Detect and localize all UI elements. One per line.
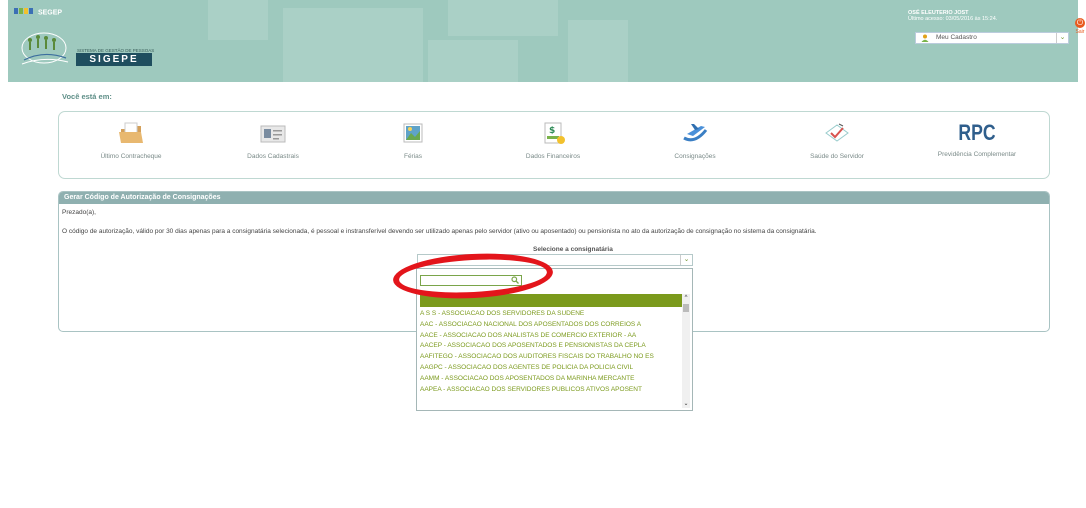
dropdown-option[interactable]: AAPEA - ASSOCIACAO DOS SERVIDORES PUBLIC… bbox=[420, 385, 682, 396]
money-icon: $ bbox=[544, 122, 565, 144]
sigepe-logo[interactable]: SIGEPE bbox=[76, 53, 152, 66]
rpc-logo: RPC bbox=[958, 120, 996, 145]
shortcut-label: Saúde do Servidor bbox=[810, 153, 864, 160]
people-emblem-icon bbox=[21, 32, 69, 65]
dropdown-scrollbar[interactable]: ^ ⌄ bbox=[682, 294, 690, 408]
power-icon: ⏻ bbox=[1075, 18, 1085, 28]
shortcut-dados-cadastrais[interactable]: Dados Cadastrais bbox=[213, 120, 333, 160]
breadcrumb: Você está em: bbox=[62, 92, 112, 101]
segep-logo[interactable]: SEGEP bbox=[14, 8, 62, 17]
shortcut-label: Consignações bbox=[674, 153, 716, 160]
folder-icon bbox=[119, 122, 143, 143]
dropdown-option[interactable]: AACE - ASSOCIACAO DOS ANALISTAS DE COMER… bbox=[420, 331, 682, 342]
dropdown-option[interactable]: A S S - ASSOCIACAO DOS SERVIDORES DA SUD… bbox=[420, 309, 682, 320]
dropdown-option[interactable]: AAMM - ASSOCIACAO DOS APOSENTADOS DA MAR… bbox=[420, 374, 682, 385]
shortcut-ultimo-contracheque[interactable]: Último Contracheque bbox=[71, 120, 191, 160]
panel-title: Gerar Código de Autorização de Consignaç… bbox=[59, 192, 1049, 204]
shortcut-label: Último Contracheque bbox=[100, 153, 162, 160]
banner-tile bbox=[448, 0, 558, 36]
banner-tile bbox=[208, 0, 268, 40]
shortcut-dados-financeiros[interactable]: $ Dados Financeiros bbox=[493, 120, 613, 160]
scroll-thumb[interactable] bbox=[683, 304, 689, 312]
dropdown-options-list: A S S - ASSOCIACAO DOS SERVIDORES DA SUD… bbox=[420, 309, 682, 395]
shortcut-label: Dados Financeiros bbox=[525, 153, 581, 160]
shortcut-label: Previdência Complementar bbox=[937, 151, 1017, 158]
shortcut-ferias[interactable]: Férias bbox=[353, 120, 473, 160]
logout-label: Sair bbox=[1075, 29, 1085, 35]
dropdown-option[interactable]: AACEP - ASSOCIACAO DOS APOSENTADOS E PEN… bbox=[420, 341, 682, 352]
banner-tile bbox=[568, 20, 628, 82]
profile-select-value: Meu Cadastro bbox=[936, 34, 977, 41]
profile-select[interactable]: Meu Cadastro ⌄ bbox=[915, 32, 1069, 44]
banner-tile bbox=[283, 8, 423, 82]
chevron-down-icon[interactable]: ⌄ bbox=[1056, 33, 1068, 43]
svg-text:$: $ bbox=[549, 126, 555, 136]
dropdown-option[interactable]: AAGPC - ASSOCIACAO DOS AGENTES DE POLICI… bbox=[420, 363, 682, 374]
health-check-icon bbox=[825, 123, 849, 142]
header-banner: SEGEP SISTEMA DE GESTÃO DE PESSOAS SIGEP… bbox=[8, 0, 1078, 82]
brand-label: SEGEP bbox=[37, 9, 63, 17]
vacation-photo-icon bbox=[403, 123, 423, 143]
user-info: OSÉ ELEUTERIO JOST Último acesso: 03/05/… bbox=[908, 10, 997, 22]
shortcut-consignacoes[interactable]: Consignações bbox=[635, 120, 755, 160]
segep-dots-icon bbox=[14, 8, 36, 17]
last-access: Último acesso: 03/05/2016 às 15:24. bbox=[908, 16, 998, 22]
dropdown-option[interactable]: AAC - ASSOCIACAO NACIONAL DOS APOSENTADO… bbox=[420, 320, 682, 331]
chevron-down-icon[interactable]: ⌄ bbox=[680, 255, 692, 265]
shortcut-saude-do-servidor[interactable]: Saúde do Servidor bbox=[777, 120, 897, 160]
scroll-up-icon[interactable]: ^ bbox=[682, 294, 690, 302]
select-label: Selecione a consignatária bbox=[533, 246, 613, 253]
dropdown-option[interactable]: AAFITEGO - ASSOCIACAO DOS AUDITORES FISC… bbox=[420, 352, 682, 363]
info-text: O código de autorização, válido por 30 d… bbox=[62, 228, 817, 235]
airplane-icon bbox=[683, 124, 708, 142]
shortcut-label: Férias bbox=[403, 153, 423, 160]
banner-tile bbox=[428, 40, 518, 82]
shortcuts-bar: Último Contracheque Dados Cadastrais Fér… bbox=[58, 111, 1050, 179]
greeting-text: Prezado(a), bbox=[62, 209, 96, 216]
id-card-icon bbox=[260, 125, 286, 143]
scroll-down-icon[interactable]: ⌄ bbox=[682, 400, 690, 408]
logout-button[interactable]: ⏻ Sair bbox=[1074, 18, 1086, 35]
user-icon bbox=[921, 34, 929, 42]
shortcut-label: Dados Cadastrais bbox=[247, 153, 299, 160]
shortcut-previdencia-complementar[interactable]: RPC Previdência Complementar bbox=[917, 120, 1037, 158]
